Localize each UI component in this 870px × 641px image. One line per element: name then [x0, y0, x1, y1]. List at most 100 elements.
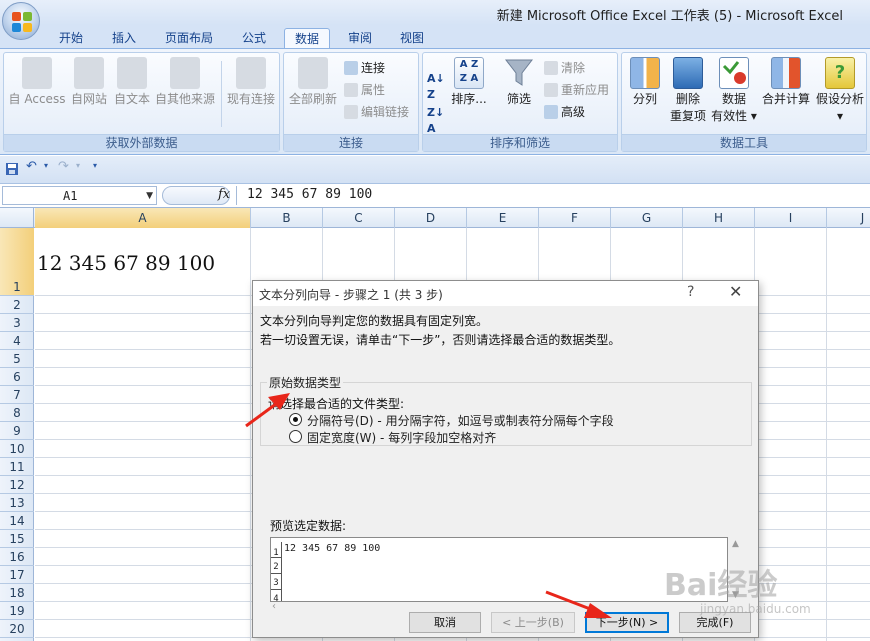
column-header[interactable]: B [251, 208, 323, 228]
ribbon: 自 Access 自网站 自文本 自其他来源 现有连接 获取外部数据 全部刷新 … [0, 48, 870, 155]
what-if-analysis-button[interactable]: ? 假设分析 ▾ [814, 57, 866, 125]
row-header[interactable]: 1 [0, 228, 34, 296]
name-box[interactable]: A1 ▼ [2, 186, 157, 205]
next-button[interactable]: 下一步(N) > [585, 612, 669, 633]
validation-label-2: 有效性 ▾ [711, 109, 757, 123]
row-header[interactable]: 11 [0, 458, 34, 476]
scroll-left-icon[interactable]: ‹ [272, 601, 276, 612]
column-header[interactable]: D [395, 208, 467, 228]
column-header[interactable]: C [323, 208, 395, 228]
preview-pane[interactable]: 1 2 3 4 12 345 67 89 100 [270, 537, 728, 602]
tab-home[interactable]: 开始 [48, 28, 94, 49]
close-icon[interactable]: ✕ [729, 282, 742, 301]
name-box-value: A1 [63, 189, 78, 203]
fixed-width-radio[interactable] [289, 430, 302, 443]
tab-data[interactable]: 数据 [284, 28, 330, 49]
remove-duplicates-button[interactable]: 删除 重复项 [666, 57, 710, 125]
row-header[interactable]: 20 [0, 620, 34, 638]
office-button[interactable] [2, 2, 40, 40]
refresh-all-button[interactable]: 全部刷新 [287, 57, 339, 108]
insert-function-icon[interactable]: fx [218, 187, 230, 202]
from-text-button[interactable]: 自文本 [111, 57, 153, 108]
formula-text: 12 345 67 89 100 [247, 187, 373, 202]
refresh-all-label: 全部刷新 [288, 92, 337, 106]
preview-row-number: 1 [271, 542, 282, 558]
row-header[interactable]: 5 [0, 350, 34, 368]
edit-links-button[interactable]: 编辑链接 [344, 104, 409, 120]
from-other-label: 自其他来源 [154, 92, 215, 106]
text-to-columns-button[interactable]: 分列 [625, 57, 665, 108]
row-header[interactable]: 17 [0, 566, 34, 584]
column-header[interactable]: I [755, 208, 827, 228]
undo-dropdown-icon[interactable]: ▾ [44, 161, 48, 170]
name-box-dropdown-icon[interactable]: ▼ [146, 191, 153, 201]
back-button[interactable]: < 上一步(B) [491, 612, 575, 633]
cancel-button[interactable]: 取消 [409, 612, 481, 633]
row-header[interactable]: 7 [0, 386, 34, 404]
row-header[interactable]: 16 [0, 548, 34, 566]
sort-az-icon: A↓ Z [427, 72, 445, 101]
delimited-option-label[interactable]: 分隔符号(D) - 用分隔字符，如逗号或制表符分隔每个字段 [307, 412, 614, 429]
row-header[interactable]: 8 [0, 404, 34, 422]
scroll-up-icon[interactable]: ▲ [732, 539, 739, 549]
formula-input[interactable]: 12 345 67 89 100 [236, 186, 868, 205]
row-header[interactable]: 12 [0, 476, 34, 494]
undo-icon[interactable]: ↶ [26, 159, 37, 174]
row-header[interactable]: 19 [0, 602, 34, 620]
sort-za-button[interactable]: Z↓ A [427, 105, 444, 137]
row-header[interactable]: 18 [0, 584, 34, 602]
clear-filter-button[interactable]: 清除 [544, 60, 585, 76]
from-access-button[interactable]: 自 Access [8, 57, 66, 108]
tab-insert[interactable]: 插入 [102, 28, 146, 49]
column-header[interactable]: E [467, 208, 539, 228]
column-header[interactable]: G [611, 208, 683, 228]
row-header[interactable]: 14 [0, 512, 34, 530]
row-header[interactable]: 6 [0, 368, 34, 386]
row-header[interactable]: 9 [0, 422, 34, 440]
from-web-button[interactable]: 自网站 [68, 57, 110, 108]
advanced-label: 高级 [561, 105, 586, 119]
tab-page-layout[interactable]: 页面布局 [154, 28, 224, 49]
sort-button[interactable]: A ZZ A 排序... [449, 57, 489, 108]
properties-button[interactable]: 属性 [344, 82, 385, 98]
filter-button[interactable]: 筛选 [499, 57, 539, 108]
sort-label: 排序... [451, 92, 487, 106]
sort-az-button[interactable]: A↓ Z [427, 71, 445, 103]
row-header[interactable]: 15 [0, 530, 34, 548]
existing-connections-button[interactable]: 现有连接 [224, 57, 278, 108]
tab-review[interactable]: 审阅 [338, 28, 382, 49]
column-header[interactable]: F [539, 208, 611, 228]
select-all-corner[interactable] [0, 208, 34, 228]
column-header[interactable]: J [827, 208, 870, 228]
column-header[interactable]: H [683, 208, 755, 228]
tab-view[interactable]: 视图 [390, 28, 434, 49]
data-validation-icon [719, 57, 749, 89]
row-header[interactable]: 3 [0, 314, 34, 332]
advanced-filter-button[interactable]: 高级 [544, 104, 585, 120]
data-validation-button[interactable]: 数据 有效性 ▾ [711, 57, 757, 125]
row-header[interactable]: 13 [0, 494, 34, 512]
save-icon[interactable] [5, 162, 19, 180]
customize-qat-icon[interactable]: ▾ [93, 161, 97, 170]
dialog-info-line-1: 文本分列向导判定您的数据具有固定列宽。 [260, 314, 489, 328]
web-icon [74, 57, 104, 89]
delimited-radio[interactable] [289, 413, 302, 426]
remove-dup-label-1: 删除 [675, 92, 700, 106]
tab-formulas[interactable]: 公式 [232, 28, 276, 49]
row-header[interactable]: 10 [0, 440, 34, 458]
sort-za-icon: Z↓ A [427, 106, 445, 135]
redo-dropdown-icon[interactable]: ▾ [76, 161, 80, 170]
redo-icon[interactable]: ↷ [58, 159, 69, 174]
filter-label: 筛选 [506, 92, 531, 106]
from-other-sources-button[interactable]: 自其他来源 [153, 57, 217, 108]
row-header[interactable]: 4 [0, 332, 34, 350]
consolidate-button[interactable]: 合并计算 [759, 57, 813, 108]
cell-a1[interactable]: 12 345 67 89 100 [37, 251, 215, 275]
connections-icon [344, 61, 358, 75]
column-header[interactable]: A [35, 208, 251, 228]
fixed-width-option-label[interactable]: 固定宽度(W) - 每列字段加空格对齐 [307, 429, 496, 446]
connections-button[interactable]: 连接 [344, 60, 385, 76]
help-icon[interactable]: ? [687, 284, 694, 300]
row-header[interactable]: 2 [0, 296, 34, 314]
reapply-button[interactable]: 重新应用 [544, 82, 609, 98]
